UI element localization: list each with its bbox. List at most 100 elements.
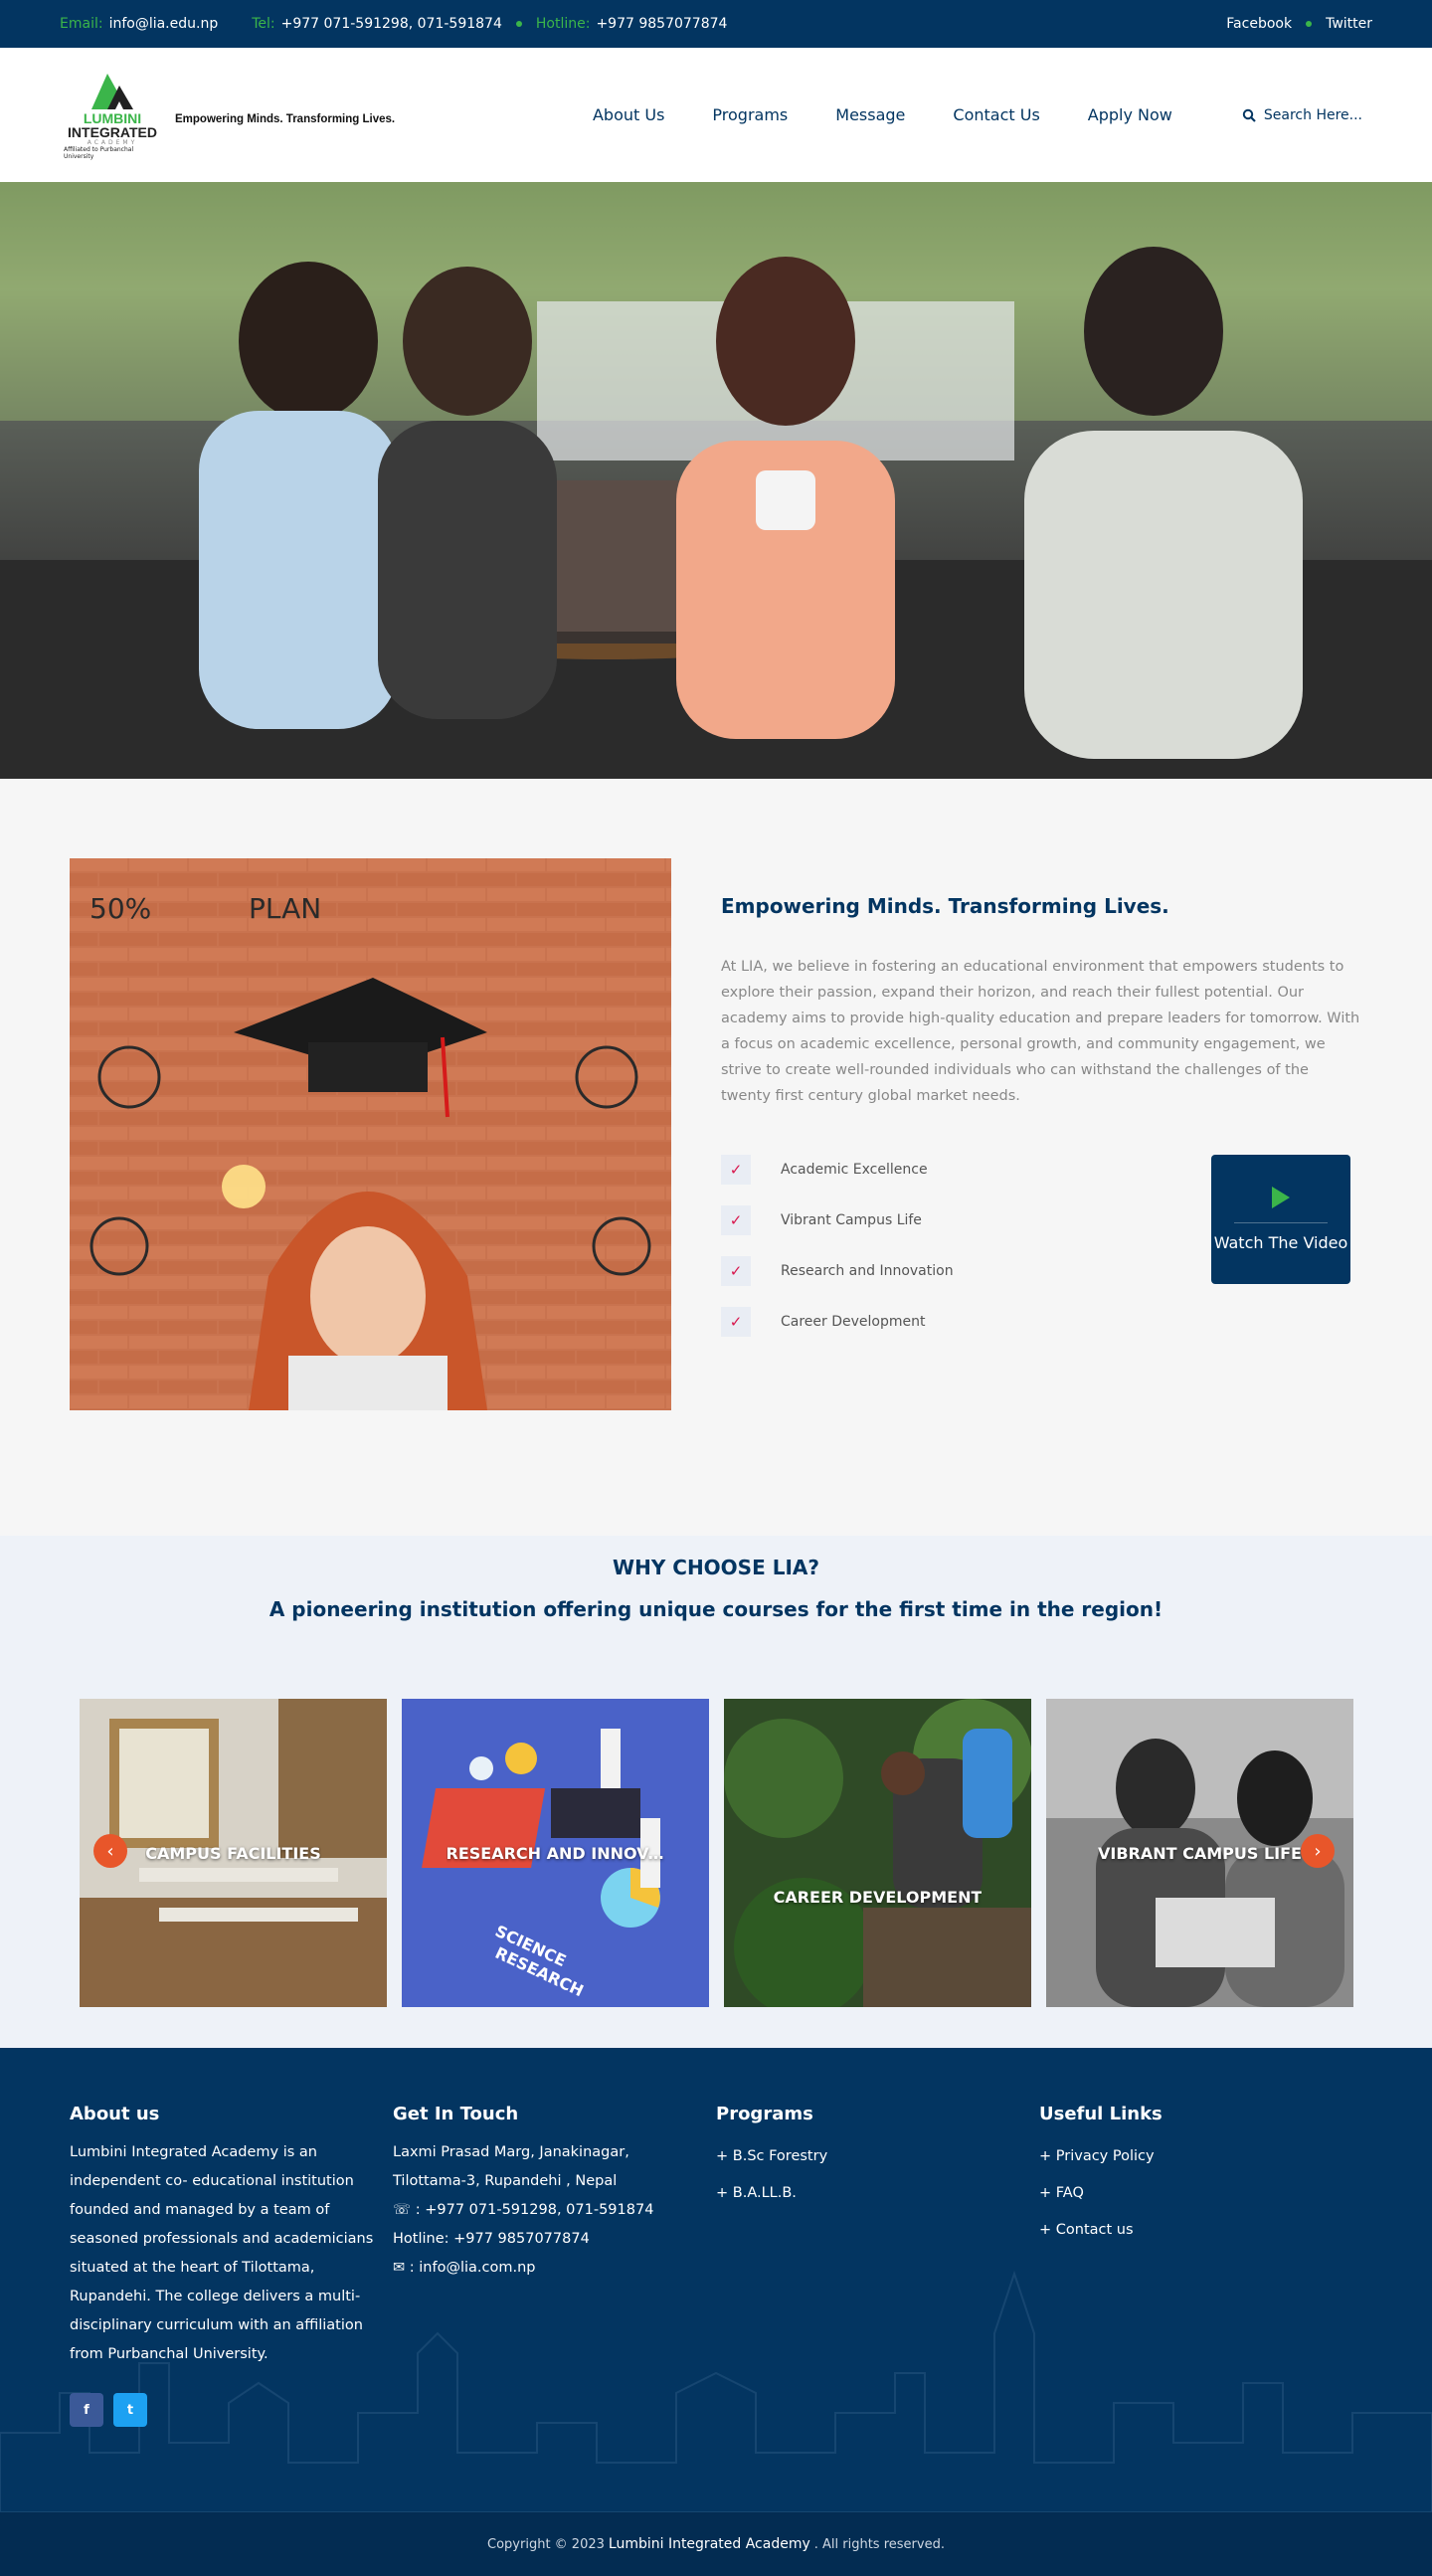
list-item: ✓ Research and Innovation [721,1256,954,1286]
search-icon [1242,108,1256,122]
why-title: WHY CHOOSE LIA? [613,1556,819,1579]
check-icon: ✓ [721,1205,751,1235]
site-header: LUMBINI INTEGRATED ACADEMY Affiliated to… [0,48,1432,182]
footer-programs-title: Programs [716,2104,813,2124]
about-body: At LIA, we believe in fostering an educa… [721,959,1360,1104]
carousel-next-button[interactable]: › [1301,1834,1335,1868]
carousel-prev-button[interactable]: ‹ [93,1834,127,1868]
logo-name-line3: ACADEMY [87,139,138,146]
list-item: ✓ Career Development [721,1307,954,1337]
social-links: f t [70,2393,393,2427]
mail-icon: ✉ [393,2260,406,2276]
footer-email[interactable]: : info@lia.com.np [405,2260,536,2276]
feature-list: ✓ Academic Excellence ✓ Vibrant Campus Lif… [721,1155,954,1358]
email-label: Email: [60,16,103,32]
nav-message[interactable]: Message [835,105,905,124]
footer-phone-row: ☏ : +977 071-591298, 071-591874 [393,2196,716,2225]
footer-about-title: About us [70,2104,160,2124]
twitter-link[interactable]: Twitter [1326,16,1372,32]
feature-label: Research and Innovation [781,1263,954,1279]
watch-video-button[interactable]: Watch The Video [1211,1155,1350,1284]
feature-label: Academic Excellence [781,1162,928,1178]
copyright-bar: Copyright © 2023 Lumbini Integrated Acad… [0,2512,1432,2576]
header-tagline: Empowering Minds. Transforming Lives. [175,112,396,125]
divider [1234,1221,1328,1223]
nav-contact-us[interactable]: Contact Us [953,105,1039,124]
card-title: CAREER DEVELOPMENT [773,1887,983,1907]
watch-video-label: Watch The Video [1213,1232,1348,1252]
footer-link-contact[interactable]: Contact us [1039,2212,1362,2249]
footer-program-link[interactable]: B.Sc Forestry [716,2138,1039,2175]
nav-about-us[interactable]: About Us [593,105,664,124]
card-title: VIBRANT CAMPUS LIFE [1098,1843,1302,1863]
list-item: ✓ Vibrant Campus Life [721,1205,954,1235]
nav-programs[interactable]: Programs [712,105,788,124]
check-icon: ✓ [721,1307,751,1337]
topbar-email: Email: info@lia.edu.np [60,16,218,32]
email-link[interactable]: info@lia.edu.np [109,16,219,32]
card-title: RESEARCH AND INNOVATION [446,1843,665,1863]
footer-hotline: Hotline: +977 9857077874 [393,2231,590,2247]
footer-contact-title: Get In Touch [393,2104,519,2124]
graduate-illustration: 50% PLAN [70,858,671,1410]
footer-address-line2: Tilottama-3, Rupandehi , Nepal [393,2173,618,2189]
logo-name-line1: LUMBINI [83,110,142,126]
footer-program-link[interactable]: B.A.LL.B. [716,2175,1039,2212]
hotline-label: Hotline: [535,16,591,32]
about-heading: Empowering Minds. Transforming Lives. [721,894,1169,918]
hotline-value: +977 9857077874 [596,16,728,32]
doodle-text: 50% [90,892,151,925]
main-nav: About Us Programs Message Contact Us App… [593,105,1172,124]
doodle-text: PLAN [249,892,321,925]
footer-about-text: Lumbini Integrated Academy is an indepen… [70,2144,374,2362]
check-icon: ✓ [721,1256,751,1286]
hero-students-image [0,182,1432,779]
search-box[interactable]: Search Here... [1242,107,1362,123]
search-label: Search Here... [1263,106,1362,123]
footer-email-row: ✉ : info@lia.com.np [393,2254,716,2283]
footer-programs: Programs B.Sc Forestry B.A.LL.B. [716,2104,1039,2512]
top-bar: Email: info@lia.edu.np Tel: +977 071-59129… [0,0,1432,48]
carousel-track: CAMPUS FACILITIES SCIENCE RESEARCH RESEA… [80,1699,1353,2007]
footer-link-privacy[interactable]: Privacy Policy [1039,2138,1362,2175]
topbar-phone: Tel: +977 071-591298, 071-591874 Hotline: +… [252,16,727,32]
play-icon [1272,1186,1290,1208]
card-career-development[interactable]: CAREER DEVELOPMENT [724,1699,1031,2007]
list-item: ✓ Academic Excellence [721,1155,954,1185]
facebook-link[interactable]: Facebook [1226,16,1292,32]
why-choose-section: WHY CHOOSE LIA? A pioneering institution… [0,1536,1432,2048]
footer-link-faq[interactable]: FAQ [1039,2175,1362,2212]
tel-value: +977 071-591298, 071-591874 [280,16,502,32]
tel-label: Tel: [252,16,275,32]
footer-links-title: Useful Links [1039,2104,1163,2124]
why-subtitle: A pioneering institution offering unique… [268,1597,1164,1621]
card-title: CAMPUS FACILITIES [145,1843,321,1863]
phone-icon: ☏ [393,2202,412,2218]
footer-contact: Get In Touch Laxmi Prasad Marg, Janakina… [393,2104,716,2512]
footer-address-line1: Laxmi Prasad Marg, Janakinagar, [393,2144,629,2160]
separator-dot [515,21,522,27]
copyright-suffix: . All rights reserved. [813,2536,945,2552]
field-research-image [724,1699,1031,2007]
logo-affiliation: Affiliated to Purbanchal University [64,146,134,160]
nav-apply-now[interactable]: Apply Now [1088,105,1172,124]
about-image: 50% PLAN [70,858,671,1410]
logo-name-line2: INTEGRATED [68,124,157,140]
footer-phone: : +977 071-591298, 071-591874 [411,2202,654,2218]
feature-label: Vibrant Campus Life [781,1212,922,1228]
about-section: 50% PLAN Empowering Minds. Transforming … [0,779,1432,1536]
hero-banner [0,182,1432,779]
footer-useful-links: Useful Links Privacy Policy FAQ Contact … [1039,2104,1362,2512]
twitter-icon[interactable]: t [113,2393,147,2427]
feature-label: Career Development [781,1314,926,1330]
facebook-icon[interactable]: f [70,2393,103,2427]
copyright-name: Lumbini Integrated Academy [608,2536,810,2552]
card-research-innovation[interactable]: SCIENCE RESEARCH RESEARCH AND INNOVATION [402,1699,709,2007]
separator-dot [1306,21,1313,27]
copyright-prefix: Copyright © 2023 [487,2536,605,2552]
about-content: Empowering Minds. Transforming Lives. At… [721,858,1362,1410]
logo-mark: LUMBINI INTEGRATED ACADEMY Affiliated to… [64,64,161,167]
logo[interactable]: LUMBINI INTEGRATED ACADEMY Affiliated to… [64,64,395,167]
footer-about: About us Lumbini Integrated Academy is a… [70,2104,393,2512]
logo-triangle-icon [91,74,133,109]
